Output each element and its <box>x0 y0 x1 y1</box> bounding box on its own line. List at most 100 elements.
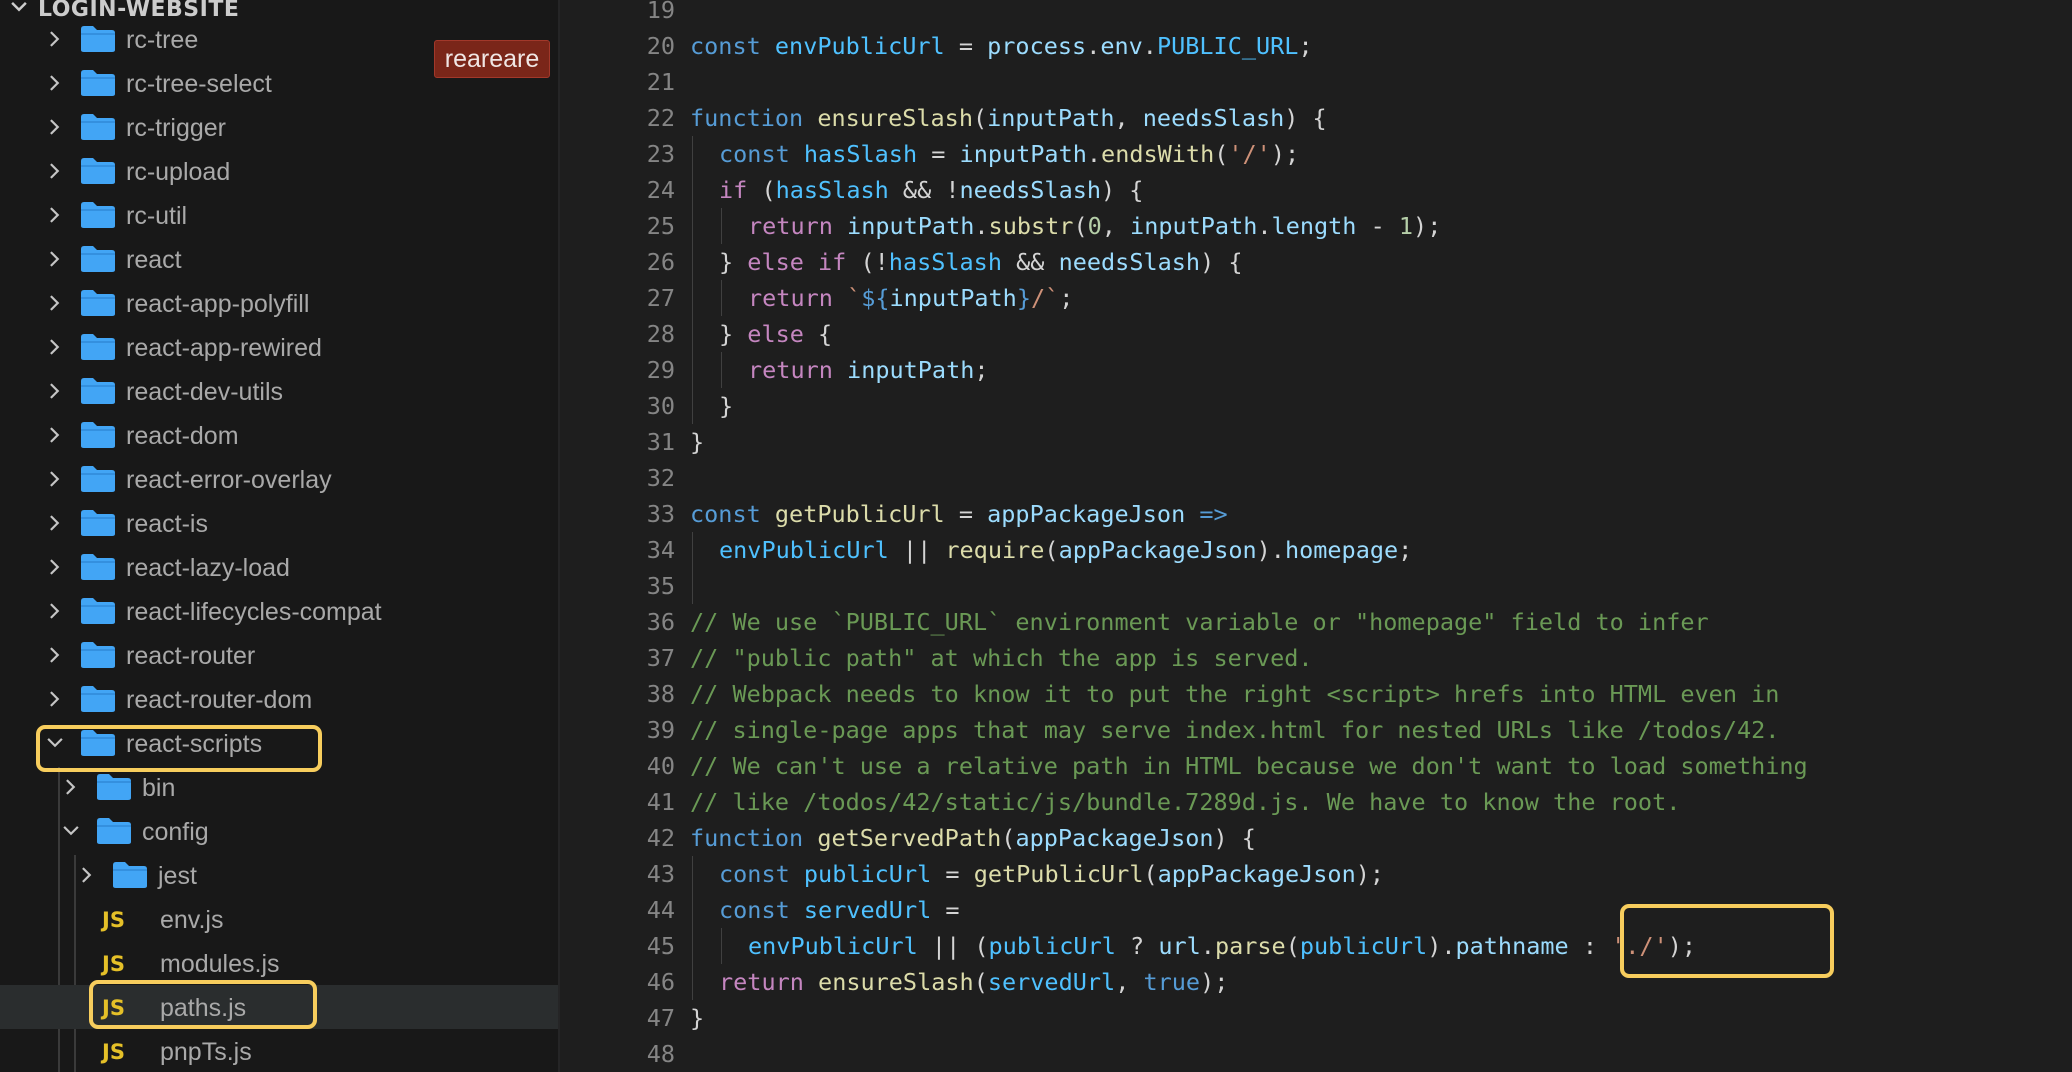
folder-react-app-polyfill[interactable]: react-app-polyfill <box>0 281 558 325</box>
folder-react-lazy-load[interactable]: react-lazy-load <box>0 545 558 589</box>
chevron-right-icon[interactable] <box>44 160 66 182</box>
code-line[interactable]: 46 return ensureSlash(servedUrl, true); <box>560 964 2072 1000</box>
folder-react-error-overlay[interactable]: react-error-overlay <box>0 457 558 501</box>
chevron-right-icon[interactable] <box>44 512 66 534</box>
folder-config[interactable]: config <box>0 809 558 853</box>
chevron-right-icon[interactable] <box>76 864 98 886</box>
folder-react-dev-utils[interactable]: react-dev-utils <box>0 369 558 413</box>
code-line[interactable]: 33 const getPublicUrl = appPackageJson => <box>560 496 2072 532</box>
chevron-right-icon[interactable] <box>60 776 82 798</box>
code-line[interactable]: 40 // We can't use a relative path in HTM… <box>560 748 2072 784</box>
line-number: 37 <box>646 644 675 672</box>
tree-item-label: rc-tree-select <box>126 70 272 98</box>
tree-item-label: react-router <box>126 642 256 670</box>
indent-guide <box>692 892 693 928</box>
code-line[interactable]: 27 return `${inputPath}/`; <box>560 280 2072 316</box>
line-number: 32 <box>646 464 675 492</box>
indent-guide <box>692 928 693 964</box>
chevron-down-icon[interactable] <box>60 820 82 842</box>
folder-react-is[interactable]: react-is <box>0 501 558 545</box>
file-modules-js[interactable]: JS modules.js <box>0 941 558 985</box>
code-line[interactable]: 41 // like /todos/42/static/js/bundle.728… <box>560 784 2072 820</box>
tree-item-label: rc-tree <box>126 26 199 54</box>
code-line[interactable]: 36 // We use `PUBLIC_URL` environment var… <box>560 604 2072 640</box>
chevron-right-icon[interactable] <box>44 116 66 138</box>
chevron-right-icon[interactable] <box>44 644 66 666</box>
code-line[interactable]: 47} <box>560 1000 2072 1036</box>
chevron-right-icon[interactable] <box>44 292 66 314</box>
code-line[interactable]: 48 <box>560 1036 2072 1072</box>
code-line[interactable]: 21 <box>560 64 2072 100</box>
code-line[interactable]: 42 function getServedPath(appPackageJson)… <box>560 820 2072 856</box>
code-line[interactable]: 43 const publicUrl = getPublicUrl(appPack… <box>560 856 2072 892</box>
code-text: return inputPath; <box>748 356 989 384</box>
folder-react-dom[interactable]: react-dom <box>0 413 558 457</box>
folder-react-app-rewired[interactable]: react-app-rewired <box>0 325 558 369</box>
line-number: 42 <box>646 824 675 852</box>
indent-guide <box>721 208 722 244</box>
chevron-right-icon[interactable] <box>44 28 66 50</box>
code-text: const hasSlash = inputPath.endsWith('/')… <box>719 140 1300 168</box>
chevron-right-icon[interactable] <box>44 688 66 710</box>
code-line[interactable]: 37 // "public path" at which the app is s… <box>560 640 2072 676</box>
code-line[interactable]: 45 envPublicUrl || (publicUrl ? url.parse… <box>560 928 2072 964</box>
chevron-right-icon[interactable] <box>44 204 66 226</box>
file-env-js[interactable]: JS env.js <box>0 897 558 941</box>
line-number: 34 <box>646 536 675 564</box>
code-editor[interactable]: 19 20 const envPublicUrl = process.env.PUB… <box>560 0 2072 1072</box>
chevron-right-icon[interactable] <box>44 556 66 578</box>
code-line[interactable]: 28} else { <box>560 316 2072 352</box>
line-number: 43 <box>646 860 675 888</box>
code-line[interactable]: 32 <box>560 460 2072 496</box>
chevron-right-icon[interactable] <box>44 380 66 402</box>
code-line[interactable]: 23 const hasSlash = inputPath.endsWith('/… <box>560 136 2072 172</box>
code-text: // "public path" at which the app is ser… <box>690 644 1313 672</box>
code-line[interactable]: 38 // Webpack needs to know it to put the… <box>560 676 2072 712</box>
chevron-right-icon[interactable] <box>44 424 66 446</box>
line-number: 25 <box>646 212 675 240</box>
line-number: 27 <box>646 284 675 312</box>
code-text: } else if (!hasSlash && needsSlash) { <box>719 248 1243 276</box>
chevron-right-icon[interactable] <box>44 248 66 270</box>
folder-icon <box>113 862 147 888</box>
tree-item-label: bin <box>142 774 176 802</box>
line-number: 46 <box>646 968 675 996</box>
code-line[interactable]: 24 if (hasSlash && !needsSlash) { <box>560 172 2072 208</box>
folder-icon <box>81 642 115 668</box>
folder-rc-upload[interactable]: rc-upload <box>0 149 558 193</box>
code-line[interactable]: 26} else if (!hasSlash && needsSlash) { <box>560 244 2072 280</box>
code-line[interactable]: 25 return inputPath.substr(0, inputPath.l… <box>560 208 2072 244</box>
chevron-right-icon[interactable] <box>44 600 66 622</box>
code-text: return `${inputPath}/`; <box>748 284 1074 312</box>
code-line[interactable]: 22 function ensureSlash(inputPath, needsS… <box>560 100 2072 136</box>
code-line[interactable]: 31} <box>560 424 2072 460</box>
folder-icon <box>81 598 115 624</box>
folder-rc-trigger[interactable]: rc-trigger <box>0 105 558 149</box>
folder-react-router[interactable]: react-router <box>0 633 558 677</box>
folder-rc-util[interactable]: rc-util <box>0 193 558 237</box>
code-text: // single-page apps that may serve index… <box>690 716 1780 744</box>
folder-icon <box>81 334 115 360</box>
code-line[interactable]: 30} <box>560 388 2072 424</box>
chevron-right-icon[interactable] <box>44 468 66 490</box>
code-text: // We can't use a relative path in HTML … <box>690 752 1808 780</box>
code-line[interactable]: 44 const servedUrl = <box>560 892 2072 928</box>
line-number: 24 <box>646 176 675 204</box>
folder-react[interactable]: react <box>0 237 558 281</box>
chevron-right-icon[interactable] <box>44 336 66 358</box>
code-line[interactable]: 29 return inputPath; <box>560 352 2072 388</box>
code-line[interactable]: 35 <box>560 568 2072 604</box>
file-pnpTs-js[interactable]: JS pnpTs.js <box>0 1029 558 1072</box>
folder-icon <box>81 202 115 228</box>
code-line[interactable]: 19 <box>560 0 2072 28</box>
chevron-right-icon[interactable] <box>44 72 66 94</box>
folder-react-lifecycles-compat[interactable]: react-lifecycles-compat <box>0 589 558 633</box>
code-line[interactable]: 39 // single-page apps that may serve ind… <box>560 712 2072 748</box>
folder-jest[interactable]: jest <box>0 853 558 897</box>
code-text: return inputPath.substr(0, inputPath.len… <box>748 212 1442 240</box>
code-line[interactable]: 34 envPublicUrl || require(appPackageJson… <box>560 532 2072 568</box>
code-line[interactable]: 20 const envPublicUrl = process.env.PUBLI… <box>560 28 2072 64</box>
indent-guide <box>692 208 693 244</box>
indent-guide <box>721 280 722 316</box>
folder-react-router-dom[interactable]: react-router-dom <box>0 677 558 721</box>
